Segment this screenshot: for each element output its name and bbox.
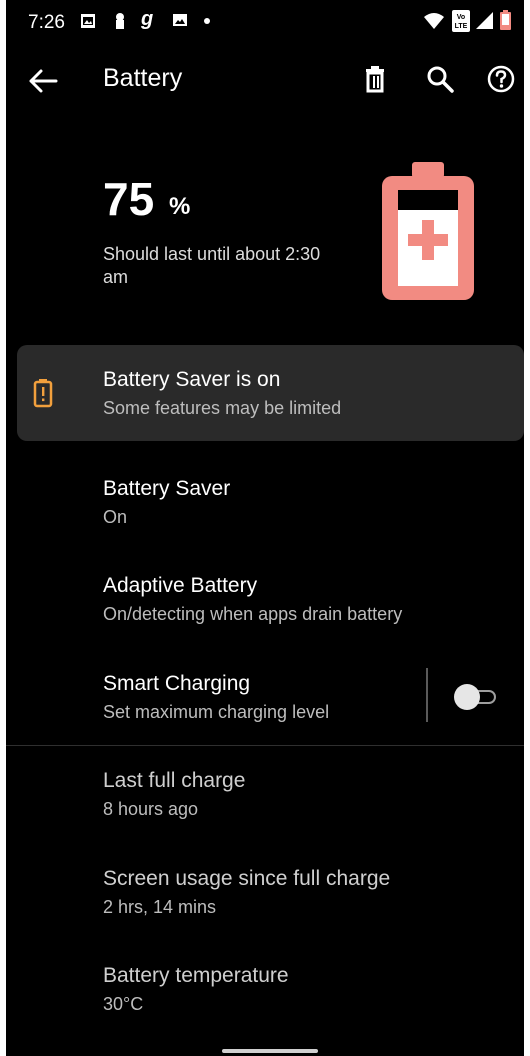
search-icon[interactable]	[425, 64, 455, 94]
dot-icon	[204, 18, 210, 24]
svg-text:LTE: LTE	[455, 23, 468, 30]
setting-title: Adaptive Battery	[103, 574, 258, 597]
trash-icon[interactable]	[360, 64, 390, 94]
home-gesture-handle[interactable]	[222, 1049, 318, 1053]
info-title: Battery temperature	[103, 964, 289, 987]
info-value: 8 hours ago	[103, 799, 199, 819]
battery-percent-unit: %	[169, 193, 191, 220]
back-arrow-icon[interactable]	[28, 66, 60, 96]
svg-text:Vo: Vo	[457, 14, 465, 21]
battery-settings-screen: 7:26 g Vo LTE Battery 75 % Should last u…	[6, 0, 524, 1056]
battery-alert-icon	[33, 379, 53, 408]
setting-subtitle: Set maximum charging level	[103, 702, 330, 722]
setting-title: Smart Charging	[103, 672, 251, 695]
battery-illustration-icon	[382, 162, 474, 300]
status-bar: 7:26 g Vo LTE	[6, 0, 524, 46]
signal-icon	[476, 12, 493, 29]
image-notification-icon	[173, 14, 187, 26]
battery-low-icon	[500, 10, 511, 30]
g-notification-icon: g	[141, 8, 154, 30]
volte-icon: Vo LTE	[452, 10, 470, 32]
toggle-thumb	[454, 684, 480, 710]
gallery-notification-icon	[81, 14, 95, 28]
info-title: Screen usage since full charge	[103, 867, 391, 890]
section-divider	[6, 745, 524, 746]
banner-title: Battery Saver is on	[103, 368, 281, 391]
setting-subtitle: On/detecting when apps drain battery	[103, 604, 403, 624]
info-title: Last full charge	[103, 769, 246, 792]
banner-subtitle: Some features may be limited	[103, 398, 342, 418]
navigation-bar	[6, 1040, 524, 1056]
battery-percent: 75	[103, 173, 155, 225]
info-value: 2 hrs, 14 mins	[103, 897, 217, 917]
smart-charging-toggle[interactable]	[454, 684, 500, 710]
app-bar: Battery	[6, 46, 524, 116]
setting-title: Battery Saver	[103, 477, 231, 500]
setting-subtitle: On	[103, 507, 128, 527]
wifi-icon	[424, 13, 444, 29]
battery-estimate: Should last until about 2:30 am	[103, 244, 321, 287]
info-value: 30°C	[103, 994, 144, 1014]
help-icon[interactable]	[486, 64, 516, 94]
status-time: 7:26	[28, 12, 65, 33]
keyhole-notification-icon	[116, 13, 124, 29]
row-divider-vertical	[426, 668, 428, 722]
page-title: Battery	[103, 64, 183, 92]
battery-saver-banner[interactable]: Battery Saver is on Some features may be…	[17, 345, 524, 441]
